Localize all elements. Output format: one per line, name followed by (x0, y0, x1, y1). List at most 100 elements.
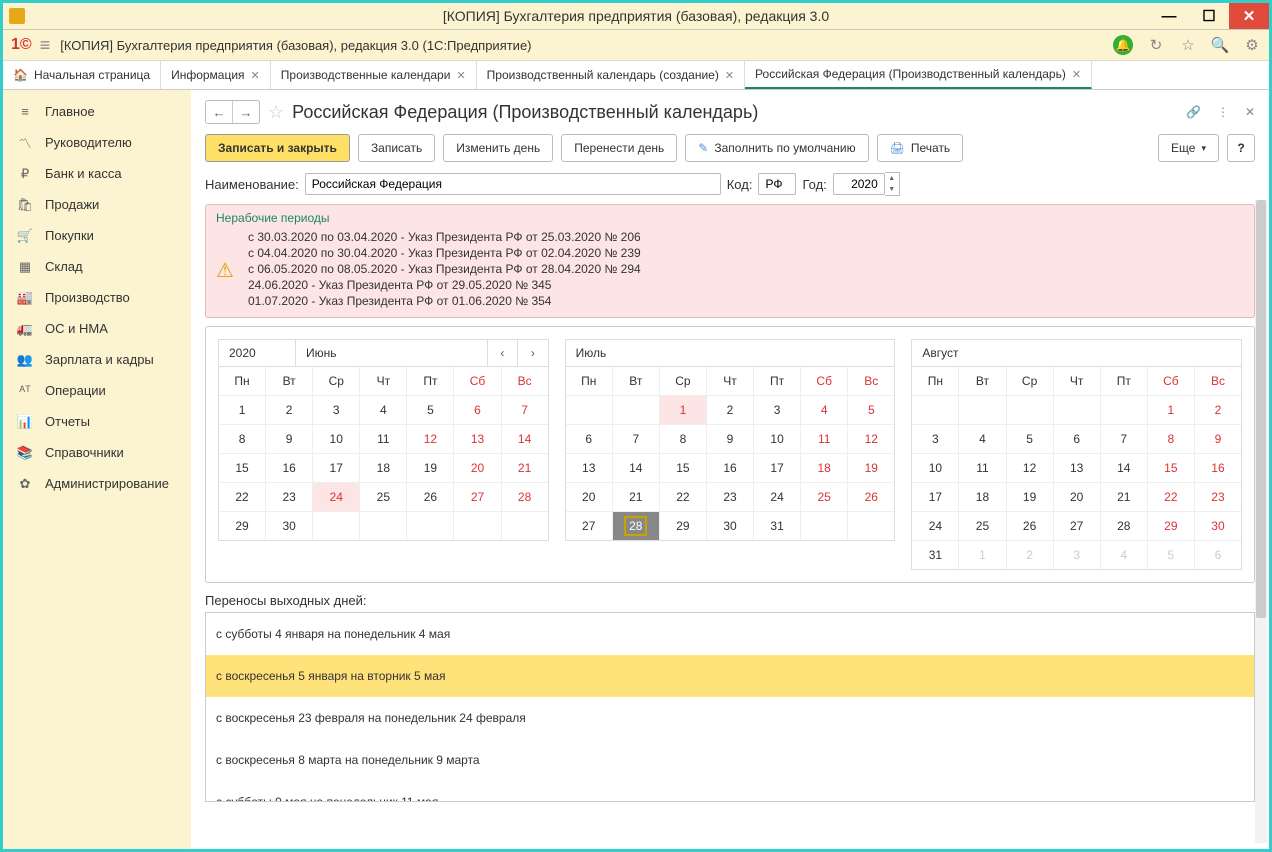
day-cell[interactable]: 14 (1101, 454, 1148, 483)
day-cell[interactable]: 22 (660, 483, 707, 512)
day-cell[interactable]: 7 (502, 396, 548, 425)
day-cell[interactable]: 24 (912, 512, 959, 541)
window-minimize-button[interactable]: — (1149, 3, 1189, 29)
day-cell[interactable]: 4 (959, 425, 1006, 454)
day-cell[interactable]: 24 (313, 483, 360, 512)
sidebar-item[interactable]: ✿Администрирование (3, 468, 191, 499)
day-cell[interactable]: 9 (1195, 425, 1241, 454)
day-cell[interactable]: 20 (1054, 483, 1101, 512)
day-cell[interactable]: 27 (566, 512, 613, 540)
day-cell[interactable]: 1 (660, 396, 707, 425)
tab-calendars[interactable]: Производственные календари ✕ (271, 61, 477, 89)
day-cell[interactable]: 14 (613, 454, 660, 483)
day-cell[interactable]: 23 (266, 483, 313, 512)
day-cell[interactable]: 6 (1195, 541, 1241, 569)
name-input[interactable] (305, 173, 721, 195)
day-cell[interactable]: 10 (912, 454, 959, 483)
sidebar-item[interactable]: 🛍Продажи (3, 189, 191, 220)
day-cell[interactable] (801, 512, 848, 540)
month-cell[interactable]: Август (912, 340, 1241, 366)
transfer-row[interactable]: с воскресенья 8 марта на понедельник 9 м… (206, 739, 1254, 781)
day-cell[interactable] (502, 512, 548, 540)
day-cell[interactable]: 19 (407, 454, 454, 483)
move-day-button[interactable]: Перенести день (561, 134, 677, 162)
day-cell[interactable] (407, 512, 454, 540)
day-cell[interactable]: 11 (360, 425, 407, 454)
history-icon[interactable]: ↻ (1147, 36, 1165, 54)
day-cell[interactable]: 3 (754, 396, 801, 425)
day-cell[interactable]: 25 (959, 512, 1006, 541)
more-button[interactable]: Еще▾ (1158, 134, 1219, 162)
day-cell[interactable]: 3 (1054, 541, 1101, 569)
print-button[interactable]: 🖨Печать (877, 134, 964, 162)
day-cell[interactable]: 16 (1195, 454, 1241, 483)
day-cell[interactable]: 23 (707, 483, 754, 512)
day-cell[interactable]: 28 (502, 483, 548, 512)
sidebar-item[interactable]: ▦Склад (3, 251, 191, 282)
day-cell[interactable] (613, 396, 660, 425)
spin-down-icon[interactable]: ▼ (885, 184, 899, 195)
day-cell[interactable]: 30 (266, 512, 313, 540)
day-cell[interactable]: 15 (219, 454, 266, 483)
day-cell[interactable] (912, 396, 959, 425)
day-cell[interactable]: 15 (1148, 454, 1195, 483)
day-cell[interactable]: 20 (566, 483, 613, 512)
day-cell[interactable]: 27 (1054, 512, 1101, 541)
window-close-button[interactable]: ✕ (1229, 3, 1269, 29)
transfer-row[interactable]: с воскресенья 23 февраля на понедельник … (206, 697, 1254, 739)
day-cell[interactable]: 11 (801, 425, 848, 454)
day-cell[interactable]: 13 (1054, 454, 1101, 483)
tab-close-icon[interactable]: ✕ (251, 69, 260, 82)
day-cell[interactable]: 16 (707, 454, 754, 483)
transfer-row[interactable]: с субботы 9 мая на понедельник 11 мая (206, 781, 1254, 802)
transfer-row[interactable]: с воскресенья 5 января на вторник 5 мая (206, 655, 1254, 697)
day-cell[interactable]: 21 (502, 454, 548, 483)
day-cell[interactable]: 31 (912, 541, 959, 569)
sidebar-item[interactable]: 🏭Производство (3, 282, 191, 313)
month-cell[interactable]: Июль (566, 340, 895, 366)
day-cell[interactable]: 6 (566, 425, 613, 454)
scrollbar[interactable] (1255, 200, 1267, 843)
help-button[interactable]: ? (1227, 134, 1255, 162)
link-icon[interactable]: 🔗 (1186, 105, 1201, 119)
favorite-icon[interactable]: ☆ (1179, 36, 1197, 54)
sidebar-item[interactable]: 🚛ОС и НМА (3, 313, 191, 344)
sidebar-item[interactable]: 📚Справочники (3, 437, 191, 468)
day-cell[interactable]: 2 (707, 396, 754, 425)
day-cell[interactable] (848, 512, 894, 540)
next-month-button[interactable]: › (517, 340, 548, 366)
month-cell[interactable]: Июнь (296, 340, 488, 366)
day-cell[interactable]: 26 (1007, 512, 1054, 541)
day-cell[interactable]: 16 (266, 454, 313, 483)
day-cell[interactable]: 30 (1195, 512, 1241, 541)
sidebar-item[interactable]: 〽Руководителю (3, 127, 191, 158)
day-cell[interactable]: 25 (801, 483, 848, 512)
tab-close-icon[interactable]: ✕ (456, 69, 465, 82)
day-cell[interactable]: 22 (1148, 483, 1195, 512)
day-cell[interactable]: 4 (801, 396, 848, 425)
nav-forward-button[interactable]: → (232, 101, 259, 123)
day-cell[interactable]: 6 (1054, 425, 1101, 454)
day-cell[interactable]: 17 (313, 454, 360, 483)
day-cell[interactable]: 1 (959, 541, 1006, 569)
change-day-button[interactable]: Изменить день (443, 134, 553, 162)
day-cell[interactable]: 25 (360, 483, 407, 512)
day-cell[interactable]: 18 (959, 483, 1006, 512)
day-cell[interactable]: 15 (660, 454, 707, 483)
window-maximize-button[interactable]: ☐ (1189, 3, 1229, 29)
year-cell[interactable]: 2020 (219, 340, 296, 366)
day-cell[interactable]: 18 (360, 454, 407, 483)
day-cell[interactable]: 1 (1148, 396, 1195, 425)
day-cell[interactable]: 7 (613, 425, 660, 454)
day-cell[interactable]: 17 (912, 483, 959, 512)
search-icon[interactable]: 🔍 (1211, 36, 1229, 54)
code-input[interactable] (758, 173, 796, 195)
spin-up-icon[interactable]: ▲ (885, 173, 899, 184)
day-cell[interactable]: 19 (848, 454, 894, 483)
tab-close-icon[interactable]: ✕ (1072, 68, 1081, 81)
favorite-star-icon[interactable]: ☆ (268, 102, 284, 123)
day-cell[interactable]: 7 (1101, 425, 1148, 454)
day-cell[interactable]: 8 (660, 425, 707, 454)
day-cell[interactable]: 6 (454, 396, 501, 425)
settings-icon[interactable]: ⚙ (1243, 36, 1261, 54)
